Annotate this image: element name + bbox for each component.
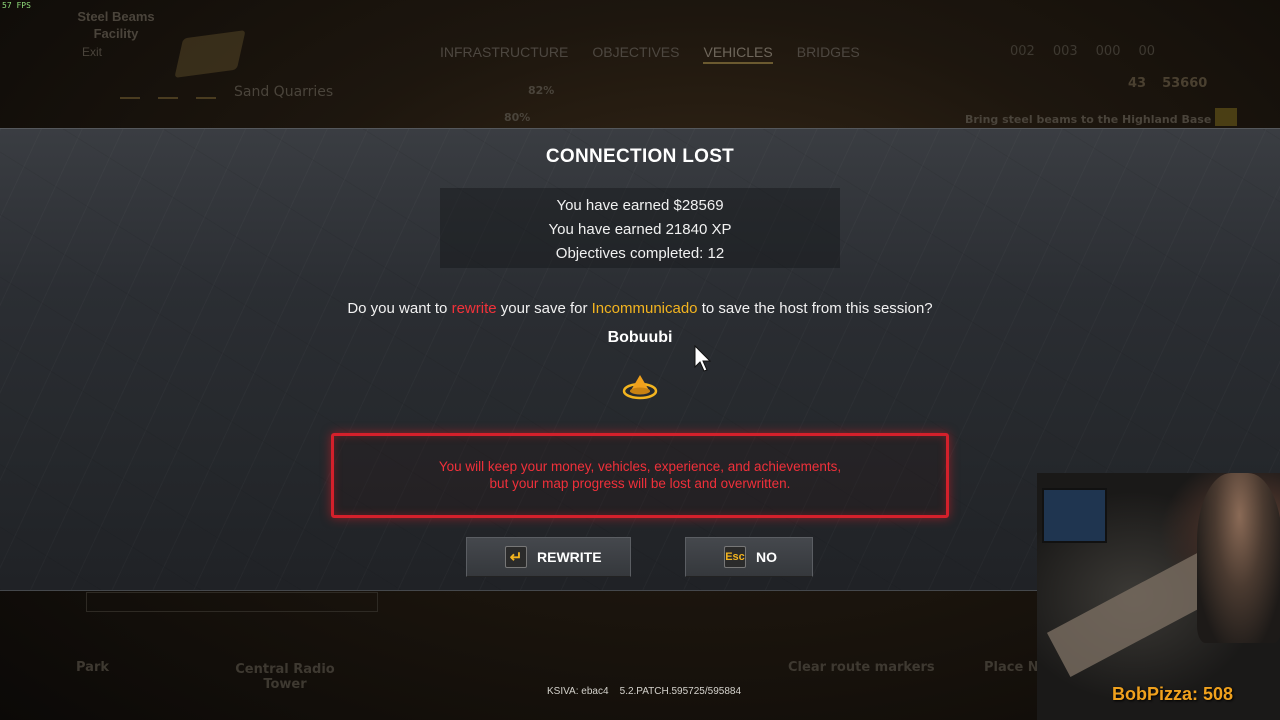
stat-4: 00 bbox=[1138, 44, 1156, 59]
location-name: Sand Quarries bbox=[234, 84, 334, 100]
money-counter: 43 bbox=[1128, 76, 1147, 91]
tab-bridges[interactable]: BRIDGES bbox=[797, 44, 860, 64]
resource-stats: 002 003 000 00 bbox=[1010, 44, 1155, 59]
earnings-summary: You have earned $28569 You have earned 2… bbox=[440, 188, 840, 268]
clear-route-markers[interactable]: Clear route markers bbox=[788, 660, 935, 675]
enter-key-icon: ↵ bbox=[505, 546, 527, 568]
tab-vehicles[interactable]: VEHICLES bbox=[703, 44, 773, 64]
objective-hint: Bring steel beams to the Highland Base bbox=[965, 113, 1212, 126]
question-text-2: your save for bbox=[496, 300, 592, 317]
host-crown-icon bbox=[622, 375, 658, 400]
bottom-panel bbox=[86, 592, 378, 612]
rewrite-button-label: REWRITE bbox=[537, 549, 602, 565]
terrain-icon[interactable] bbox=[120, 85, 140, 99]
money-stats: 43 53660 bbox=[1128, 76, 1207, 91]
exit-link[interactable]: Exit bbox=[82, 45, 102, 59]
stat-2: 003 bbox=[1052, 44, 1078, 59]
condition-percent: 80% bbox=[504, 111, 531, 124]
bottom-action-left[interactable]: Park bbox=[76, 660, 109, 675]
fuel-percent: 82% bbox=[528, 84, 555, 97]
place-marker[interactable]: Place N bbox=[984, 660, 1039, 675]
no-button[interactable]: Esc NO bbox=[685, 537, 813, 577]
tab-infrastructure[interactable]: INFRASTRUCTURE bbox=[440, 44, 568, 64]
facility-name: Steel Beams Facility bbox=[77, 9, 155, 41]
question-text-3: to save the host from this session? bbox=[697, 300, 933, 317]
webcam-person bbox=[1197, 473, 1280, 643]
objective-list-icon[interactable] bbox=[1215, 108, 1237, 126]
location-row: Sand Quarries bbox=[120, 84, 333, 100]
crane-icon[interactable] bbox=[196, 85, 216, 99]
fps-counter: 57 FPS bbox=[2, 1, 31, 10]
overwrite-warning: You will keep your money, vehicles, expe… bbox=[331, 433, 949, 518]
bottom-location: Central Radio Tower bbox=[235, 662, 335, 692]
rewrite-question: Do you want to rewrite your save for Inc… bbox=[0, 300, 1280, 317]
objectives-completed: Objectives completed: 12 bbox=[555, 245, 725, 262]
tab-objectives[interactable]: OBJECTIVES bbox=[592, 44, 679, 64]
stat-3: 000 bbox=[1095, 44, 1121, 59]
save-name: Incommunicado bbox=[591, 300, 698, 317]
earned-xp: You have earned 21840 XP bbox=[548, 221, 732, 238]
webcam-monitor bbox=[1042, 488, 1107, 543]
webcam-overlay bbox=[1037, 473, 1280, 720]
stream-counter: BobPizza: 508 bbox=[1112, 684, 1234, 704]
dialog-title: CONNECTION LOST bbox=[545, 146, 735, 167]
vehicle-icon[interactable] bbox=[158, 85, 178, 99]
warning-line-1: You will keep your money, vehicles, expe… bbox=[438, 459, 842, 474]
no-button-label: NO bbox=[756, 549, 777, 565]
money-total: 53660 bbox=[1162, 76, 1208, 91]
warning-line-2: but your map progress will be lost and o… bbox=[489, 476, 791, 491]
rewrite-button[interactable]: ↵ REWRITE bbox=[466, 537, 631, 577]
host-player-name: Bobuubi bbox=[607, 329, 673, 346]
build-version: KSIVA: ebac4 5.2.PATCH.595725/595884 bbox=[547, 686, 742, 697]
earned-money: You have earned $28569 bbox=[556, 197, 724, 214]
stat-1: 002 bbox=[1010, 44, 1035, 59]
mouse-cursor-icon bbox=[694, 345, 712, 372]
esc-key-icon: Esc bbox=[724, 546, 746, 568]
question-rewrite-word: rewrite bbox=[451, 300, 497, 317]
question-text-1: Do you want to bbox=[347, 300, 452, 317]
hud-tabs: INFRASTRUCTURE OBJECTIVES VEHICLES BRIDG… bbox=[440, 44, 860, 64]
